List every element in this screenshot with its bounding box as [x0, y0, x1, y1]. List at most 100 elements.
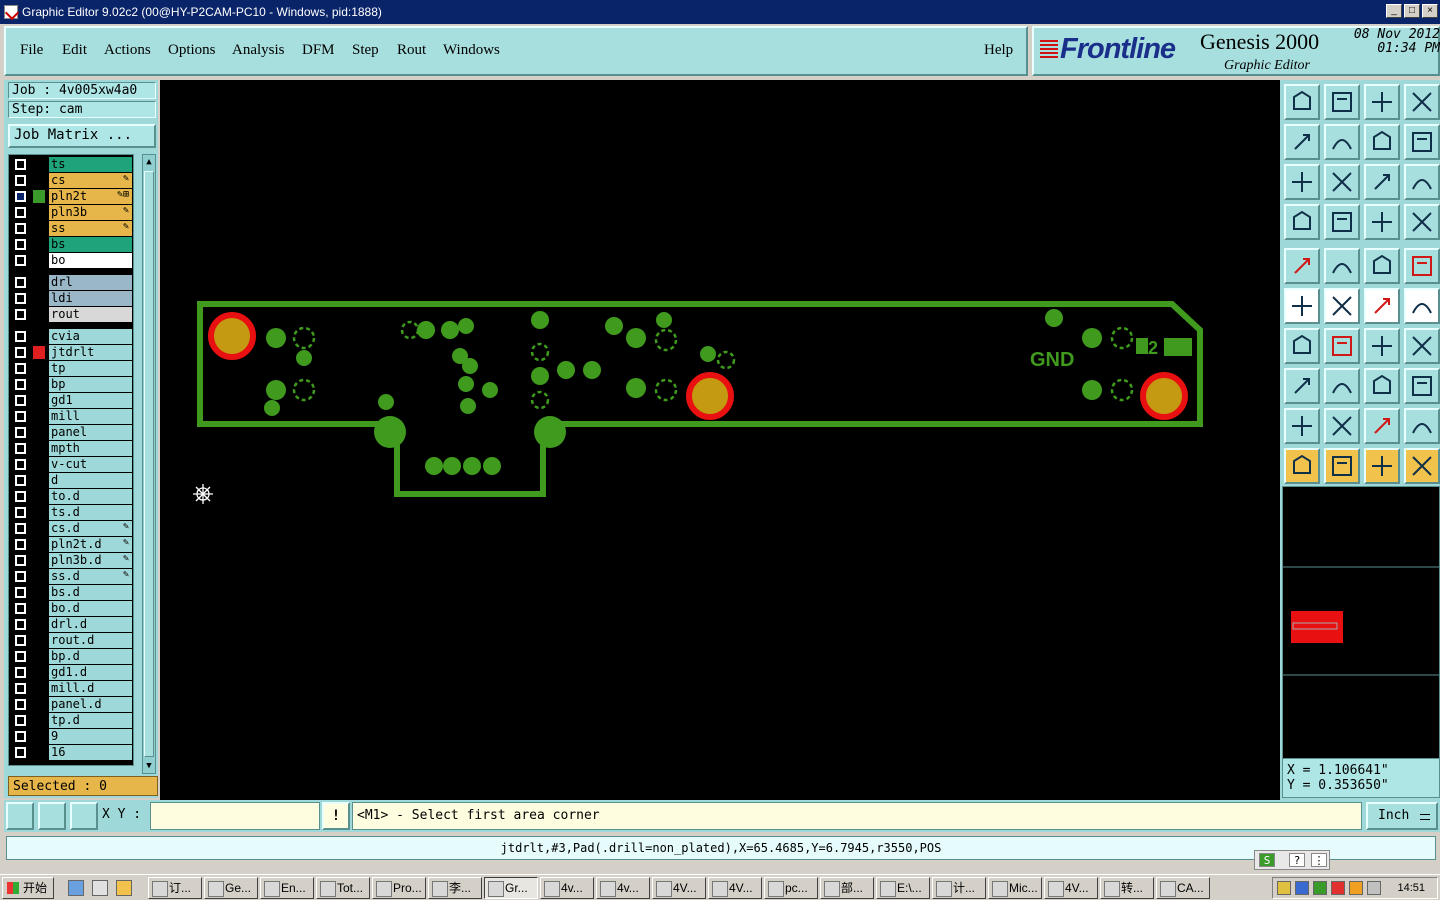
select-arrow-icon[interactable] [1284, 448, 1320, 484]
taskbar-button[interactable]: 订... [148, 877, 202, 899]
layer-row[interactable]: cs.d ✎ [9, 521, 133, 536]
color-icon[interactable] [1324, 248, 1360, 284]
move-icon[interactable] [1364, 368, 1400, 404]
layer-name[interactable]: pln2t.d [49, 537, 132, 552]
menu-options[interactable]: Options [168, 42, 216, 59]
scroll-up-icon[interactable]: ▲ [144, 156, 154, 168]
layer-color-swatch[interactable] [33, 190, 45, 203]
menu-file[interactable]: File [20, 42, 43, 59]
layer-checkbox[interactable] [15, 747, 26, 758]
layer-checkbox[interactable] [15, 667, 26, 678]
layer-checkbox[interactable] [15, 619, 26, 630]
layer-color-swatch[interactable] [33, 714, 45, 727]
layer-color-swatch[interactable] [33, 746, 45, 759]
layer-row[interactable]: bp [9, 377, 133, 392]
zoom-out-icon[interactable] [1324, 84, 1360, 120]
units-dropdown[interactable]: Inch [1366, 802, 1438, 830]
layer-checkbox[interactable] [15, 277, 26, 288]
taskbar-button[interactable]: E:\... [876, 877, 930, 899]
layer-checkbox[interactable] [15, 191, 26, 202]
triangle-icon[interactable] [1284, 408, 1320, 444]
xy-input[interactable] [150, 802, 320, 830]
layer-name[interactable]: 9 [49, 729, 132, 744]
taskbar-button[interactable]: 计... [932, 877, 986, 899]
taskbar-button[interactable]: 部... [820, 877, 874, 899]
menu-step[interactable]: Step [352, 42, 379, 59]
menu-analysis[interactable]: Analysis [232, 42, 285, 59]
layer-checkbox[interactable] [15, 651, 26, 662]
layer-checkbox[interactable] [15, 683, 26, 694]
feature-icon[interactable] [1404, 328, 1440, 364]
scroll-thumb[interactable] [144, 171, 154, 757]
start-button[interactable]: 开始 [2, 877, 54, 899]
layer-color-swatch[interactable] [33, 474, 45, 487]
layer-checkbox[interactable] [15, 159, 26, 170]
graphic-canvas[interactable]: GND 2 [160, 80, 1280, 800]
angle-mode-icon[interactable] [38, 802, 66, 830]
layer-row[interactable]: drl.d [9, 617, 133, 632]
layer-checkbox[interactable] [15, 239, 26, 250]
layer-name[interactable]: tp [49, 361, 132, 376]
layer-checkbox[interactable] [15, 715, 26, 726]
layer-row[interactable]: jtdrlt [9, 345, 133, 360]
layer-color-swatch[interactable] [33, 292, 45, 305]
layer-color-swatch[interactable] [33, 426, 45, 439]
layer-name[interactable]: cs.d [49, 521, 132, 536]
layer-row[interactable]: gd1 [9, 393, 133, 408]
taskbar-button[interactable]: Gr... [484, 877, 538, 899]
layer-name[interactable]: tp.d [49, 713, 132, 728]
layer-name[interactable]: panel [49, 425, 132, 440]
select-arrow-3-icon[interactable] [1364, 448, 1400, 484]
layer-row[interactable]: bo.d [9, 601, 133, 616]
taskbar-button[interactable]: 4V... [708, 877, 762, 899]
snap-icon[interactable] [1284, 248, 1320, 284]
layer-row[interactable]: panel.d [9, 697, 133, 712]
layer-color-swatch[interactable] [33, 682, 45, 695]
layer-color-swatch[interactable] [33, 362, 45, 375]
layer-name[interactable]: bp [49, 377, 132, 392]
text-a2-icon[interactable] [1364, 408, 1400, 444]
layer-row[interactable]: pln2t.d ✎ [9, 537, 133, 552]
layer-row[interactable]: mill.d [9, 681, 133, 696]
layer-row[interactable]: mill [9, 409, 133, 424]
pad-add-icon[interactable] [1284, 368, 1320, 404]
layer-color-swatch[interactable] [33, 158, 45, 171]
layer-name[interactable]: bs.d [49, 585, 132, 600]
layer-name[interactable]: rout.d [49, 633, 132, 648]
fit-icon[interactable] [1284, 164, 1320, 200]
layer-name[interactable]: rout [49, 307, 132, 322]
pan-right-icon[interactable] [1324, 124, 1360, 160]
settings-icon[interactable] [1284, 204, 1320, 240]
layer-checkbox[interactable] [15, 427, 26, 438]
layer-name[interactable]: mill.d [49, 681, 132, 696]
layer-name[interactable]: to.d [49, 489, 132, 504]
layer-color-swatch[interactable] [33, 222, 45, 235]
snap-mode-icon[interactable] [6, 802, 34, 830]
arc-icon[interactable] [1364, 328, 1400, 364]
layer-name[interactable]: bs [49, 237, 132, 252]
ime-help-icon[interactable]: ? [1289, 853, 1305, 867]
layer-row[interactable]: pln3b.d ✎ [9, 553, 133, 568]
layer-name[interactable]: drl.d [49, 617, 132, 632]
layer-name[interactable]: cvia [49, 329, 132, 344]
layer-checkbox[interactable] [15, 255, 26, 266]
layer-row[interactable]: mpth [9, 441, 133, 456]
select-net-icon[interactable] [1404, 448, 1440, 484]
menu-help[interactable]: Help [984, 42, 1013, 59]
layer-color-swatch[interactable] [33, 330, 45, 343]
layer-row[interactable]: bp.d [9, 649, 133, 664]
center-icon[interactable] [1324, 164, 1360, 200]
taskbar-button[interactable]: 李... [428, 877, 482, 899]
layer-color-swatch[interactable] [33, 602, 45, 615]
ime-s-icon[interactable]: S [1259, 853, 1275, 867]
grid-mode-icon[interactable] [70, 802, 98, 830]
redraw-s-icon[interactable] [1404, 124, 1440, 160]
layer-name[interactable]: drl [49, 275, 132, 290]
layer-row[interactable]: ss.d ✎ [9, 569, 133, 584]
line-add-icon[interactable] [1324, 368, 1360, 404]
layer-name[interactable]: bo.d [49, 601, 132, 616]
layer-name[interactable]: 16 [49, 745, 132, 760]
layer-color-swatch[interactable] [33, 490, 45, 503]
layer-row[interactable]: v-cut [9, 457, 133, 472]
layer-color-swatch[interactable] [33, 442, 45, 455]
